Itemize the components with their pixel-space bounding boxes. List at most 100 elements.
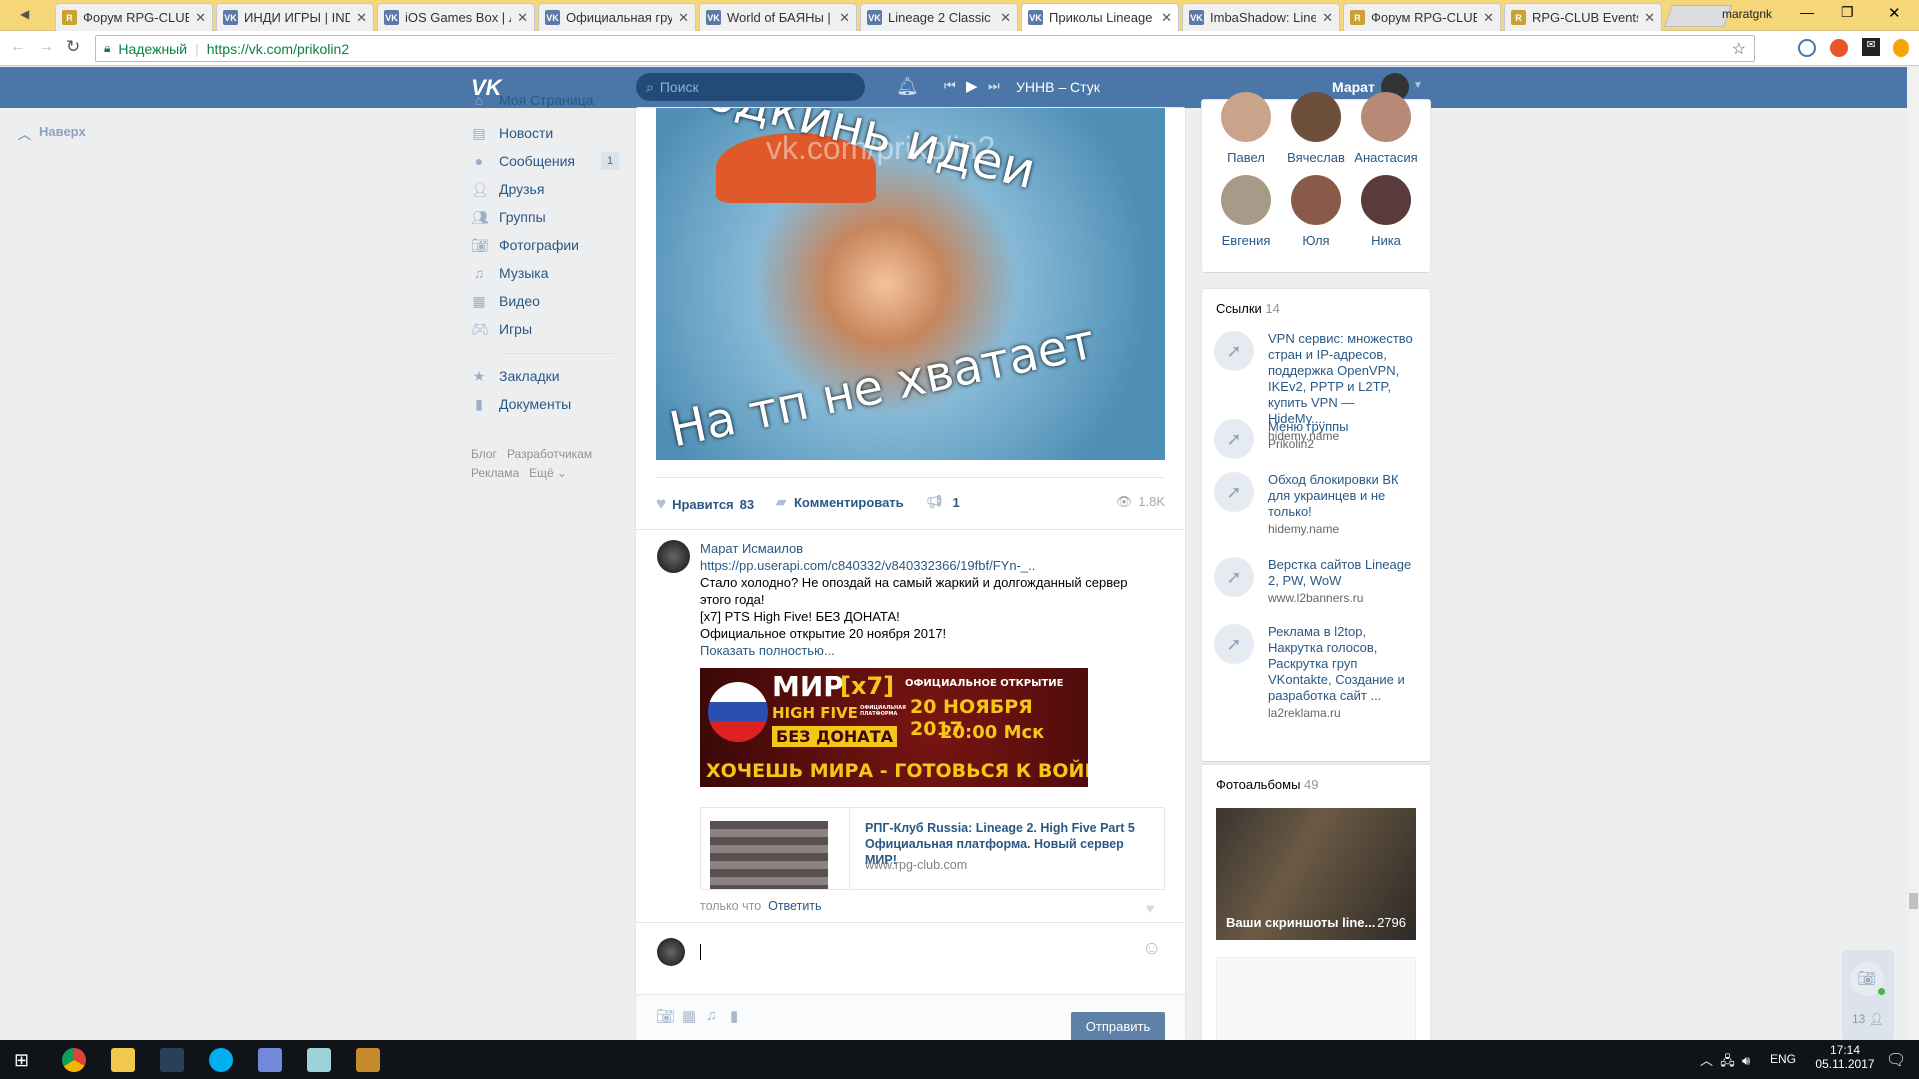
emoji-icon[interactable]: ☺ (1142, 938, 1161, 960)
sidebar-item-friends[interactable]: 👤︎ Друзья (471, 181, 544, 197)
comment-like-icon[interactable]: ♥ (1146, 900, 1154, 916)
language-indicator[interactable]: ENG (1770, 1052, 1796, 1066)
close-tab-icon[interactable]: ✕ (678, 10, 689, 26)
skype-taskbar-icon[interactable] (209, 1048, 233, 1072)
prev-track-icon[interactable]: ⏮ (944, 78, 956, 94)
link-item[interactable]: ➚ Обход блокировки ВК для украинцев и не … (1214, 472, 1414, 536)
sidebar-item-groups[interactable]: 👥︎ Группы (471, 209, 546, 225)
scrollbar-thumb[interactable] (1909, 893, 1918, 909)
browser-tab[interactable]: VK Официальная гру ✕ (538, 3, 696, 31)
send-button[interactable]: Отправить (1071, 1012, 1165, 1042)
link-item[interactable]: ➚ Верстка сайтов Lineage 2, PW, WoW www.l2… (1214, 557, 1414, 605)
url-bar[interactable]: 🔒︎ Надежный | https://vk.com/prikolin2 ☆ (95, 35, 1755, 62)
search-input[interactable]: ⌕ Поиск (636, 73, 865, 101)
browser-tab[interactable]: VK ИНДИ ИГРЫ | IND ✕ (216, 3, 374, 31)
sidebar-item-messages[interactable]: ● Сообщения 1 (471, 152, 620, 170)
chrome-menu-icon[interactable] (1893, 39, 1909, 57)
chevron-down-icon[interactable]: ▼ (1413, 80, 1423, 91)
game-taskbar-icon[interactable] (356, 1048, 380, 1072)
comment-button[interactable]: ▰ Комментировать (776, 494, 904, 510)
tab-scroll-left-icon[interactable]: ◀ (20, 7, 29, 21)
close-tab-icon[interactable]: ✕ (1000, 10, 1011, 26)
sidebar-item-video[interactable]: ▦ Видео (471, 293, 540, 309)
close-tab-icon[interactable]: ✕ (1483, 10, 1494, 26)
browser-tab[interactable]: VK World of БАЯНы | ✕ (699, 3, 857, 31)
comment-author-avatar[interactable] (657, 540, 690, 573)
profile-name[interactable]: maratgnk (1722, 7, 1772, 21)
mail-extension-icon[interactable]: ✉ (1862, 38, 1880, 56)
steam-taskbar-icon[interactable] (160, 1048, 184, 1072)
attach-video-icon[interactable]: ▦ (682, 1007, 696, 1025)
link-item[interactable]: ➚ Меню группы Prikolin2 (1214, 419, 1414, 459)
albums-count[interactable]: 49 (1304, 777, 1318, 792)
show-more-link[interactable]: Показать полностью... (700, 642, 1160, 659)
bookmark-star-icon[interactable]: ☆ (1732, 39, 1746, 59)
comment-banner-image[interactable]: МИР [x7] HIGH FIVE ОФИЦИАЛЬНАЯ ПЛАТФОРМА… (700, 668, 1088, 787)
sidebar-item-music[interactable]: ♫ Музыка (471, 265, 549, 281)
minimize-button[interactable]: — (1800, 4, 1814, 20)
close-tab-icon[interactable]: ✕ (1322, 10, 1333, 26)
comment-link[interactable]: https://pp.userapi.com/c840332/v84033236… (700, 557, 1160, 574)
restore-button[interactable]: ❐ (1841, 4, 1854, 21)
close-tab-icon[interactable]: ✕ (517, 10, 528, 26)
footer-link-ads[interactable]: Реклама (471, 466, 519, 480)
extension-icon[interactable] (1830, 39, 1848, 57)
link-preview-card[interactable]: РПГ-Клуб Russia: Lineage 2. High Five Pa… (700, 807, 1165, 890)
sidebar-item-documents[interactable]: ▮ Документы (471, 396, 571, 412)
windows-start-icon[interactable]: ⊞ (14, 1050, 29, 1071)
close-tab-icon[interactable]: ✕ (1161, 10, 1172, 26)
next-track-icon[interactable]: ⏭ (988, 78, 1000, 94)
discord-taskbar-icon[interactable] (258, 1048, 282, 1072)
action-center-icon[interactable]: 🗨︎ (1886, 1050, 1906, 1070)
album-cover-2[interactable] (1216, 957, 1416, 1047)
attach-document-icon[interactable]: ▮ (730, 1007, 738, 1025)
like-button[interactable]: ♥ Нравится 83 (656, 494, 754, 514)
explorer-taskbar-icon[interactable] (111, 1048, 135, 1072)
close-tab-icon[interactable]: ✕ (195, 10, 206, 26)
attach-photo-icon[interactable]: 📷︎ (656, 1007, 675, 1025)
browser-tab[interactable]: VK Приколы Lineage ✕ (1021, 3, 1179, 31)
extension-icon[interactable] (1798, 39, 1816, 57)
notepad-taskbar-icon[interactable] (307, 1048, 331, 1072)
forward-icon[interactable]: → (38, 38, 54, 56)
play-icon[interactable]: ▶ (966, 77, 978, 95)
close-tab-icon[interactable]: ✕ (356, 10, 367, 26)
reload-icon[interactable]: ↻ (66, 37, 80, 57)
browser-tab[interactable]: VK iOS Games Box | Л ✕ (377, 3, 535, 31)
back-icon[interactable]: ← (10, 38, 26, 56)
scroll-to-top[interactable]: ︿ Наверх (18, 124, 86, 143)
close-tab-icon[interactable]: ✕ (839, 10, 850, 26)
link-item[interactable]: ➚ Реклама в l2top, Накрутка голосов, Раск… (1214, 624, 1414, 720)
album-cover[interactable]: Ваши скриншоты line... 2796 (1216, 808, 1416, 940)
browser-tab[interactable]: R RPG-CLUB Events ✕ (1504, 3, 1662, 31)
links-count[interactable]: 14 (1265, 301, 1279, 316)
close-tab-icon[interactable]: ✕ (1644, 10, 1655, 26)
browser-tab[interactable]: VK ImbaShadow: Line ✕ (1182, 3, 1340, 31)
sidebar-item-news[interactable]: ▤ Новости (471, 125, 553, 141)
current-track[interactable]: УННВ – Стук (1016, 79, 1100, 95)
friend-item[interactable]: Юля (1276, 175, 1356, 248)
browser-tab[interactable]: R Форум RPG-CLUB ✕ (1343, 3, 1501, 31)
reply-link[interactable]: Ответить (768, 899, 821, 913)
url-text[interactable]: https://vk.com/prikolin2 (207, 41, 349, 57)
sidebar-item-games[interactable]: 🎮︎ Игры (471, 321, 532, 337)
close-window-button[interactable]: ✕ (1888, 4, 1901, 22)
sidebar-item-photos[interactable]: 📷︎ Фотографии (471, 237, 579, 253)
chat-widget[interactable]: 📷︎ 13 👤︎ (1842, 950, 1894, 1040)
page-scrollbar[interactable] (1907, 67, 1919, 1040)
attach-music-icon[interactable]: ♫ (706, 1007, 717, 1024)
browser-tab[interactable]: VK Lineage 2 Classic ✕ (860, 3, 1018, 31)
clock[interactable]: 17:14 05.11.2017 (1810, 1043, 1880, 1071)
tray-icons[interactable]: ︿ 🖧︎ 🔊︎ (1700, 1050, 1750, 1074)
footer-link-developers[interactable]: Разработчикам (507, 447, 592, 461)
friend-item[interactable]: Евгения (1206, 175, 1286, 248)
reply-input[interactable] (700, 934, 1160, 970)
notifications-bell-icon[interactable]: 🔔︎ (896, 76, 919, 97)
footer-link-blog[interactable]: Блог (471, 447, 497, 461)
post-image[interactable]: Подкинь идеи vk.com/prikolin2 На тп не х… (656, 108, 1165, 460)
sidebar-item-bookmarks[interactable]: ★ Закладки (471, 368, 560, 384)
friend-item[interactable]: Анастасия (1346, 92, 1426, 165)
share-button[interactable]: 📢︎ 1 (926, 494, 960, 510)
chrome-taskbar-icon[interactable] (62, 1048, 86, 1072)
friend-item[interactable]: Павел (1206, 92, 1286, 165)
